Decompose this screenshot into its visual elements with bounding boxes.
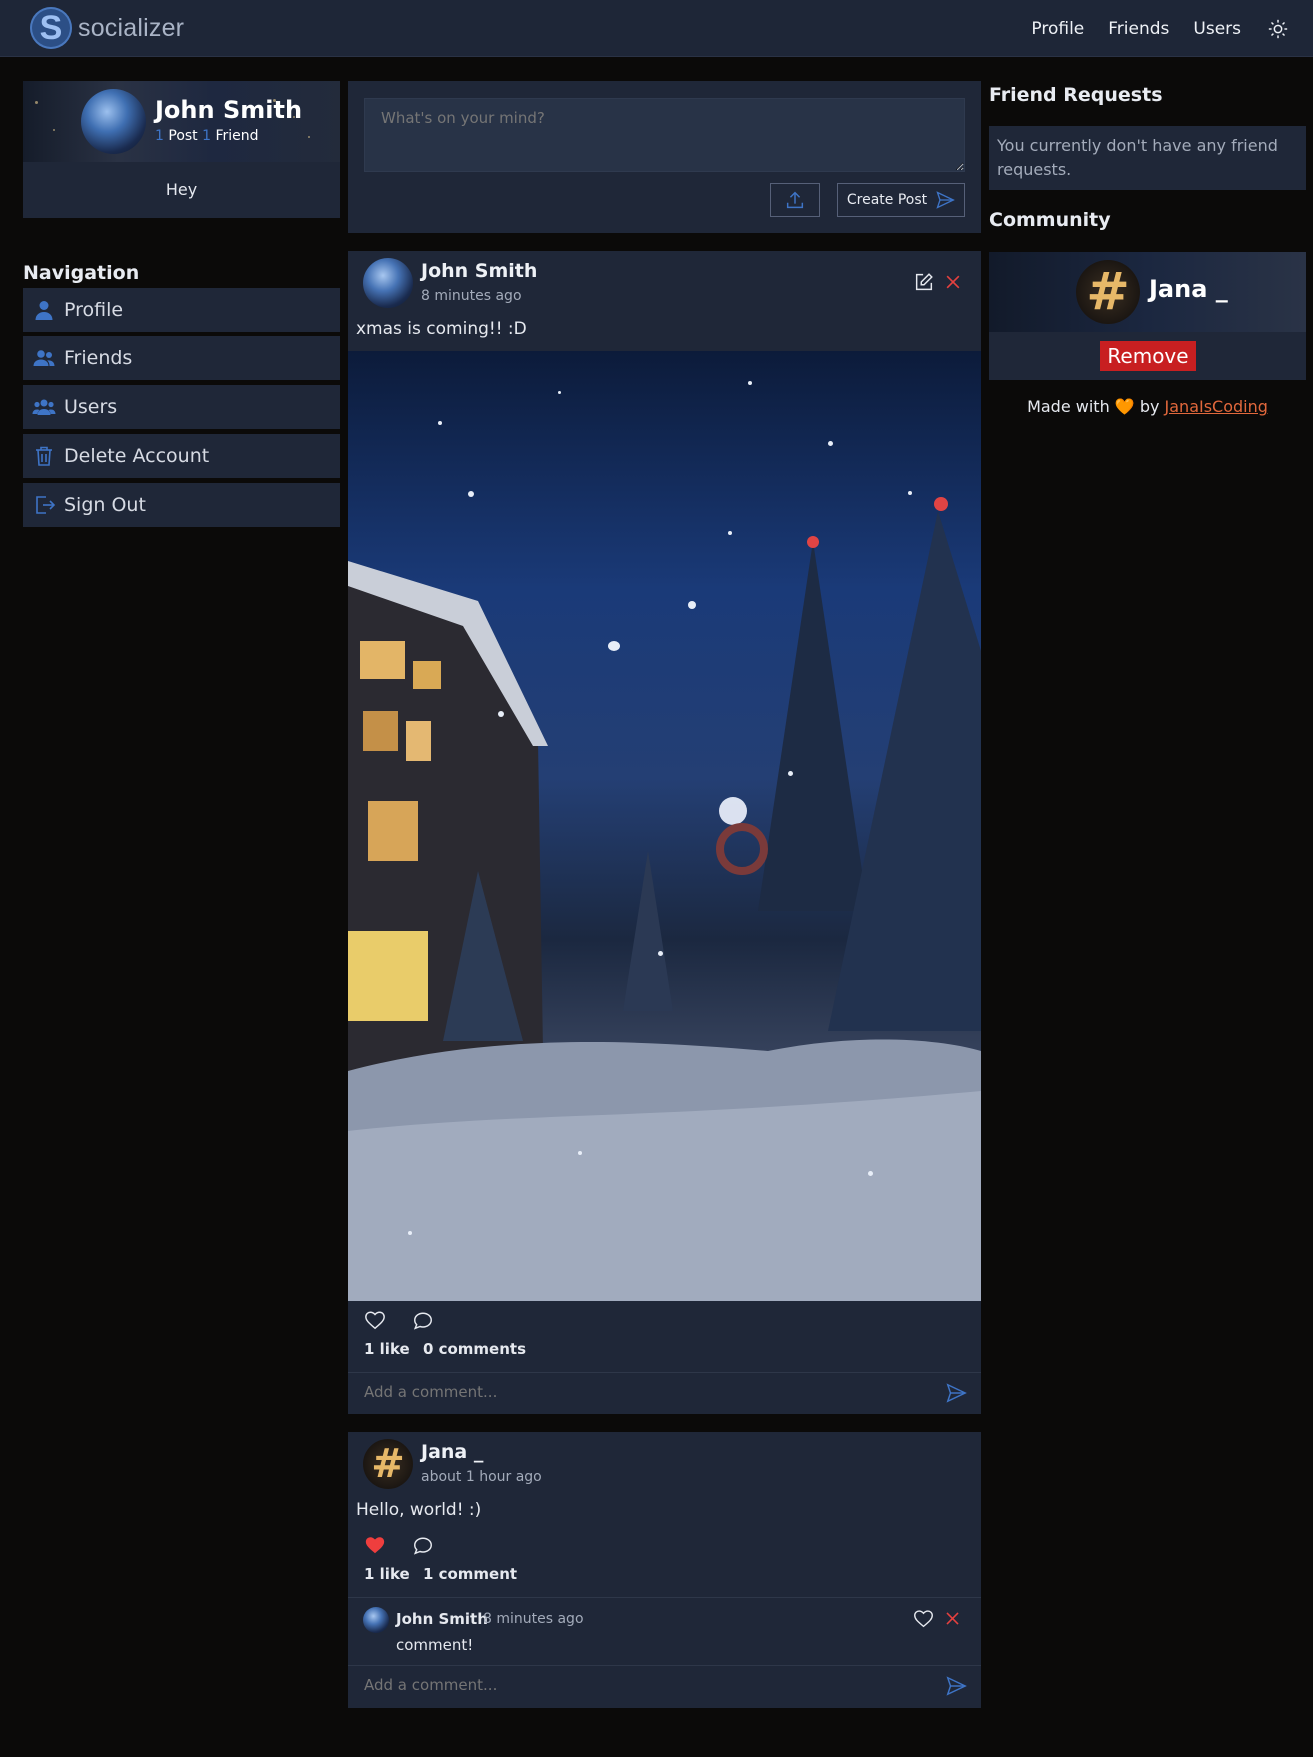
heart-icon: 🧡 [1114, 397, 1135, 416]
delete-comment-icon[interactable] [943, 1609, 962, 1628]
logo-mark: S [30, 7, 72, 49]
navigation-title: Navigation [23, 262, 140, 284]
nav-item-label: Profile [64, 299, 124, 321]
comment-count[interactable]: 0 comments [423, 1340, 526, 1358]
friend-count: 1 [202, 128, 212, 144]
edit-icon[interactable] [913, 271, 935, 293]
comment-bar [348, 1372, 981, 1414]
topnav-profile-link[interactable]: Profile [1031, 19, 1084, 39]
post-author-avatar[interactable]: # [363, 1439, 413, 1489]
like-count[interactable]: 1 like [364, 1565, 410, 1583]
like-heart-icon[interactable] [364, 1309, 386, 1331]
comment-bar [348, 1665, 981, 1707]
topnav-friends-link[interactable]: Friends [1108, 19, 1169, 39]
profile-name[interactable]: John Smith [155, 96, 302, 124]
nav-item-profile[interactable]: Profile [23, 288, 340, 332]
post-author[interactable]: John Smith [421, 260, 537, 282]
made-with-text: Made with [1027, 397, 1110, 416]
post-counts: 1 like 1 comment [364, 1565, 525, 1583]
post-text-input[interactable] [364, 98, 965, 172]
like-comment-heart-icon[interactable] [913, 1608, 934, 1629]
app-name: socializer [78, 13, 185, 42]
sun-icon[interactable] [1267, 18, 1289, 40]
create-post-button[interactable]: Create Post [837, 183, 965, 217]
profile-avatar[interactable] [81, 89, 146, 154]
comment-bubble-icon[interactable] [412, 1535, 434, 1557]
post-image-scene [348, 497, 981, 1301]
friend-count-label: Friend [215, 128, 259, 144]
footer-credit: Made with 🧡 by JanaIsCoding [989, 397, 1306, 416]
profile-stats: 1 Post 1 Friend [155, 128, 259, 144]
post-count-label: Post [168, 128, 198, 144]
by-text: by [1139, 397, 1160, 416]
liked-heart-icon[interactable] [364, 1534, 386, 1556]
comment-input[interactable] [364, 1676, 904, 1694]
send-icon [936, 191, 956, 209]
comment-text: comment! [396, 1636, 474, 1654]
friend-requests-title: Friend Requests [989, 84, 1163, 106]
send-comment-icon[interactable] [945, 1382, 967, 1404]
comment-time: 8 minutes ago [483, 1611, 584, 1627]
upload-image-button[interactable] [770, 183, 820, 217]
nav-item-sign-out[interactable]: Sign Out [23, 483, 340, 527]
nav-item-users[interactable]: Users [23, 385, 340, 429]
trash-icon [36, 446, 52, 466]
nav-item-label: Users [64, 396, 118, 418]
community-title: Community [989, 209, 1111, 231]
friend-requests-empty: You currently don't have any friend requ… [989, 126, 1306, 190]
community-member-name[interactable]: Jana _ [1149, 275, 1228, 303]
post-author[interactable]: Jana _ [421, 1441, 483, 1463]
users-icon [32, 399, 56, 415]
profile-banner: John Smith 1 Post 1 Friend [23, 81, 340, 162]
user-icon [35, 301, 53, 320]
nav-item-delete-account[interactable]: Delete Account [23, 434, 340, 478]
post-card: John Smith 8 minutes ago xmas is coming!… [348, 251, 981, 1414]
remove-friend-button[interactable]: Remove [1100, 341, 1196, 371]
post-count: 1 [155, 128, 164, 144]
post-counts: 1 like 0 comments [364, 1340, 534, 1358]
comment-author-avatar[interactable] [363, 1607, 389, 1633]
post-text: xmas is coming!! :D [356, 319, 527, 339]
top-bar: S socializer Profile Friends Users [0, 0, 1313, 57]
top-nav: Profile Friends Users [1031, 0, 1313, 57]
comment-count[interactable]: 1 comment [423, 1565, 517, 1583]
profile-card: John Smith 1 Post 1 Friend Hey [23, 81, 340, 218]
community-card: # Jana _ Remove [989, 252, 1306, 380]
post-time: about 1 hour ago [421, 1469, 542, 1485]
community-member-avatar[interactable]: # [1076, 260, 1140, 324]
create-post-label: Create Post [846, 192, 928, 208]
app-logo[interactable]: S socializer [30, 7, 184, 49]
like-count[interactable]: 1 like [364, 1340, 410, 1358]
comment-input[interactable] [364, 1383, 904, 1401]
comment-item: John Smith 8 minutes ago comment! [348, 1597, 981, 1665]
post-author-avatar[interactable] [363, 258, 413, 308]
nav-item-friends[interactable]: Friends [23, 336, 340, 380]
nav-item-label: Sign Out [64, 494, 146, 516]
community-banner: # Jana _ [989, 252, 1306, 332]
topnav-users-link[interactable]: Users [1193, 19, 1241, 39]
upload-icon [786, 191, 804, 209]
post-text: Hello, world! :) [356, 1500, 482, 1520]
author-link[interactable]: JanaIsCoding [1165, 397, 1268, 416]
post-time: 8 minutes ago [421, 288, 522, 304]
send-comment-icon[interactable] [945, 1675, 967, 1697]
post-composer: Create Post [348, 81, 981, 233]
nav-item-label: Friends [64, 347, 133, 369]
sign-out-icon [36, 496, 56, 514]
profile-bio: Hey [165, 180, 198, 199]
comment-author[interactable]: John Smith [396, 1610, 488, 1628]
nav-item-label: Delete Account [64, 445, 210, 467]
post-image[interactable] [348, 351, 981, 1301]
delete-post-icon[interactable] [943, 272, 963, 292]
friends-icon [33, 350, 55, 366]
comment-bubble-icon[interactable] [412, 1310, 434, 1332]
post-card: # Jana _ about 1 hour ago Hello, world! … [348, 1432, 981, 1708]
